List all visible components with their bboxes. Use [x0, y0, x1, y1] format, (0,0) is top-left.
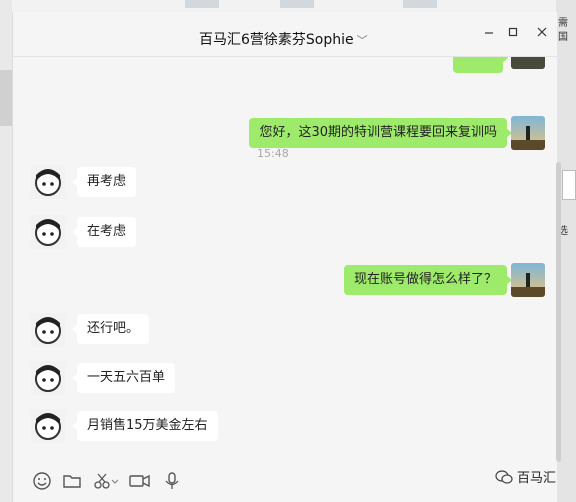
- background-tile: [403, 0, 437, 8]
- chat-title[interactable]: 百马汇6营徐素芬Sophie ﹀: [199, 29, 368, 49]
- chat-title-text: 百马汇6营徐素芬Sophie: [199, 32, 354, 48]
- chevron-down-icon[interactable]: ﹀: [357, 34, 368, 47]
- microphone-icon[interactable]: [161, 470, 183, 492]
- background-window-left: [0, 0, 12, 502]
- message-bubble-received[interactable]: 在考虑: [71, 217, 137, 247]
- background-text-fragment: 需: [558, 18, 568, 29]
- video-icon[interactable]: [127, 470, 153, 492]
- close-icon: [537, 27, 547, 37]
- minimize-icon: [485, 32, 493, 34]
- contact-avatar[interactable]: [31, 361, 65, 395]
- emoji-icon[interactable]: [31, 470, 53, 492]
- message-list[interactable]: 15:48 您好，这30期的特训营课程要回来复训吗 再考虑 在考虑 现在账号做得…: [13, 57, 557, 459]
- message-bubble-received[interactable]: 还行吧。: [71, 314, 150, 344]
- wechat-logo-icon: [495, 469, 513, 484]
- background-stripe: [0, 70, 12, 126]
- my-avatar[interactable]: [511, 116, 545, 150]
- input-toolbar: [13, 460, 557, 502]
- contact-avatar[interactable]: [31, 165, 65, 199]
- my-avatar[interactable]: [511, 57, 545, 69]
- background-tile: [185, 0, 219, 8]
- title-bar[interactable]: 百马汇6营徐素芬Sophie ﹀: [13, 12, 557, 57]
- contact-avatar[interactable]: [31, 409, 65, 443]
- minimize-button[interactable]: [481, 26, 497, 42]
- message-bubble-received[interactable]: 月销售15万美金左右: [72, 411, 218, 441]
- maximize-button[interactable]: [505, 26, 521, 42]
- watermark: 百马汇: [495, 467, 556, 486]
- message-bubble-received[interactable]: 再考虑: [71, 167, 137, 197]
- my-avatar[interactable]: [511, 263, 545, 297]
- background-text-fragment: 国: [558, 32, 568, 43]
- message-bubble-received[interactable]: 一天五六百单: [71, 363, 176, 393]
- chat-window: 百马汇6营徐素芬Sophie ﹀ 15:48 您好，这30期的特训营课程要回来复训…: [12, 12, 561, 502]
- message-scrollbar[interactable]: [556, 162, 561, 462]
- message-bubble-previous[interactable]: [453, 57, 508, 73]
- message-bubble-sent[interactable]: 现在账号做得怎么样了？: [343, 265, 513, 295]
- scissors-icon[interactable]: [91, 470, 121, 492]
- folder-icon[interactable]: [61, 470, 83, 492]
- desktop-file-icon[interactable]: [562, 170, 576, 200]
- message-timestamp: 15:48: [257, 147, 289, 160]
- background-tile: [280, 0, 314, 8]
- contact-avatar[interactable]: [31, 313, 65, 347]
- message-bubble-sent[interactable]: 您好，这30期的特训营课程要回来复训吗: [249, 118, 512, 148]
- close-button[interactable]: [534, 26, 550, 42]
- contact-avatar[interactable]: [31, 215, 65, 249]
- watermark-text: 百马汇: [517, 471, 557, 486]
- maximize-icon: [508, 27, 518, 37]
